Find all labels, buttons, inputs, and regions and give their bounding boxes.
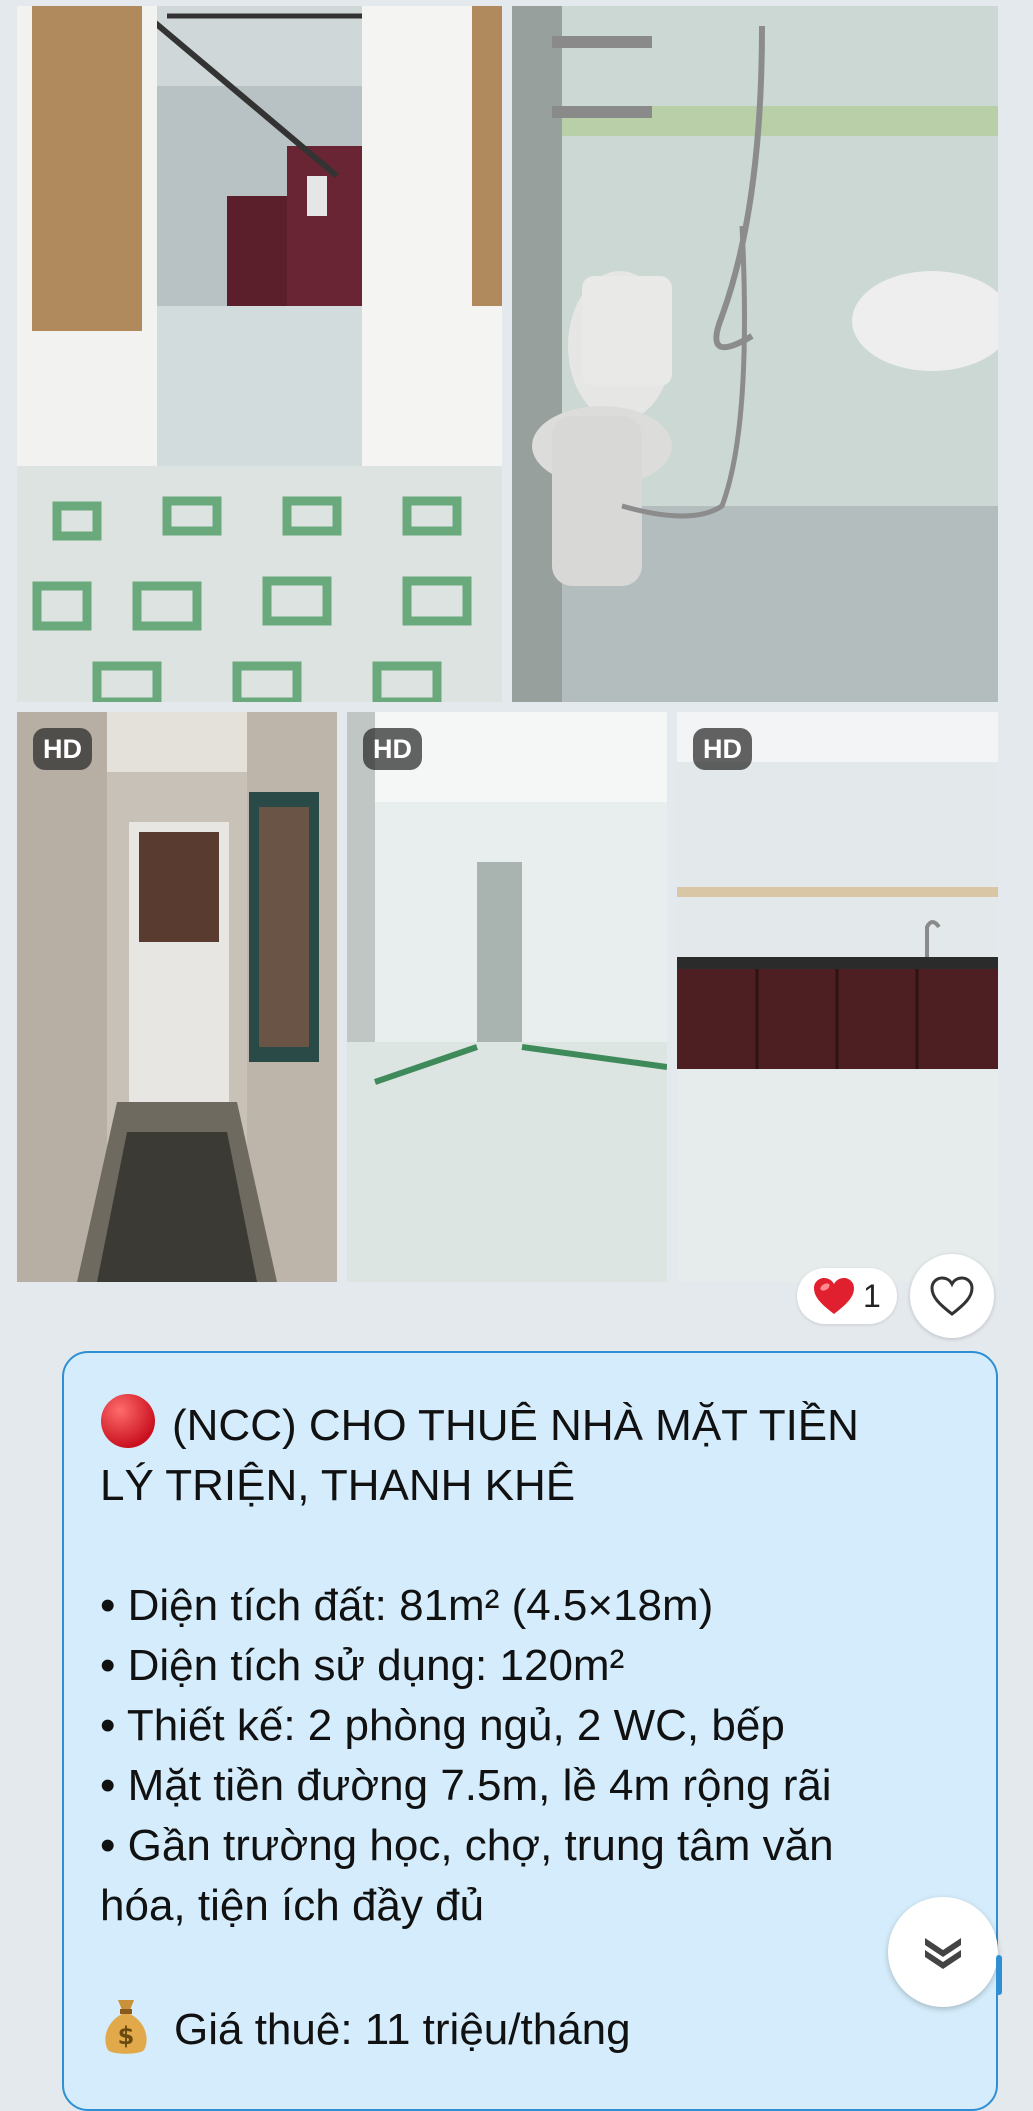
chevrons-down-icon	[925, 1938, 961, 1969]
like-button[interactable]	[910, 1254, 994, 1338]
photo-empty-room-image	[347, 712, 667, 1282]
message-bubble: (NCC) CHO THUÊ NHÀ MẶT TIỀN LÝ TRIỆN, TH…	[62, 1351, 998, 2111]
hd-badge: HD	[693, 728, 752, 770]
message-bullet: • Diện tích sử dụng: 120m²	[100, 1641, 625, 1690]
message-title-text: (NCC) CHO THUÊ NHÀ MẶT TIỀN	[172, 1401, 859, 1450]
money-bag-icon: $	[105, 2000, 147, 2054]
photo-hallway-door-image	[17, 712, 337, 1282]
svg-text:$: $	[118, 2022, 135, 2050]
photo-kitchen[interactable]: HD	[677, 712, 998, 1282]
reaction-count: 1	[863, 1277, 881, 1314]
photo-hallway-door[interactable]: HD	[17, 712, 337, 1282]
message-bullet: • Diện tích đất: 81m² (4.5×18m)	[100, 1581, 714, 1630]
photo-kitchen-image	[677, 712, 998, 1282]
message-price-line: $ Giá thuê: 11 triệu/tháng	[100, 1996, 970, 2060]
message-bullet: • Thiết kế: 2 phòng ngủ, 2 WC, bếp	[100, 1701, 785, 1750]
photo-bathroom[interactable]	[512, 6, 998, 702]
reaction-pill[interactable]: 1	[797, 1268, 897, 1324]
message-bullet: • Mặt tiền đường 7.5m, lề 4m rộng rãi	[100, 1761, 832, 1810]
heart-outline-icon	[930, 1276, 974, 1316]
message-bullet: • Gần trường học, chợ, trung tâm văn	[100, 1821, 834, 1870]
photo-bathroom-image	[512, 6, 998, 702]
photo-entrance-stairs-image	[17, 6, 502, 702]
message-title-line2: LÝ TRIỆN, THANH KHÊ	[100, 1461, 576, 1510]
message-bullet-continuation: hóa, tiện ích đầy đủ	[100, 1881, 485, 1930]
hd-badge: HD	[33, 728, 92, 770]
photo-empty-room[interactable]: HD	[347, 712, 667, 1282]
scroll-down-button[interactable]	[888, 1897, 998, 2007]
message-price: Giá thuê: 11 triệu/tháng	[174, 2005, 631, 2054]
hd-badge: HD	[363, 728, 422, 770]
heart-icon	[814, 1278, 854, 1314]
photo-entrance-stairs[interactable]	[17, 6, 502, 702]
bubble-edge-accent	[996, 1955, 1002, 1995]
red-circle-icon	[101, 1394, 155, 1448]
message-title-line1: (NCC) CHO THUÊ NHÀ MẶT TIỀN	[100, 1393, 970, 1456]
message-text: (NCC) CHO THUÊ NHÀ MẶT TIỀN LÝ TRIỆN, TH…	[100, 1393, 970, 2060]
